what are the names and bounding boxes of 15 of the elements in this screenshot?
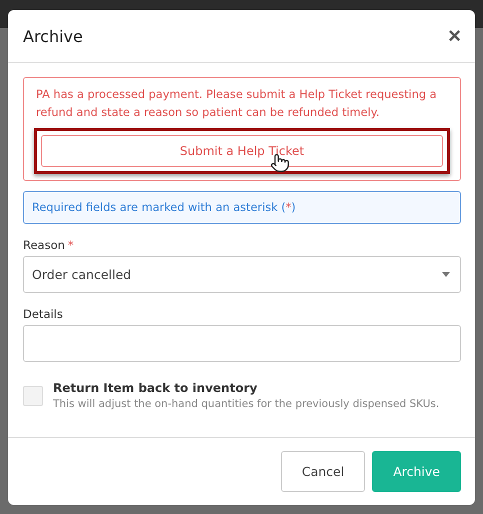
checkbox[interactable] [23, 386, 43, 406]
close-button[interactable]: × [448, 25, 461, 47]
details-input[interactable] [23, 325, 461, 362]
field-label: Details [23, 307, 63, 321]
help-ticket-button[interactable]: Submit a Help Ticket [41, 135, 443, 167]
cancel-button[interactable]: Cancel [280, 451, 366, 492]
dialog-title: Archive [23, 26, 83, 46]
alert-message: PA has a processed payment. Please submit a Help Ticket requesting a refund and state a reason so patient can be refunded timely. [36, 87, 438, 121]
info-alert: Required fields are marked with an asterisk (*) [23, 191, 461, 224]
required-asterisk-icon: * [68, 238, 74, 252]
field-label: Reason [23, 238, 65, 252]
checkbox-hint: This will adjust the on-hand quantities for the previously dispensed SKUs. [53, 398, 440, 410]
caret-icon [442, 272, 450, 277]
checkbox-label: Return Item back to inventory [53, 381, 258, 395]
reason-select[interactable]: Order cancelled [23, 256, 461, 293]
